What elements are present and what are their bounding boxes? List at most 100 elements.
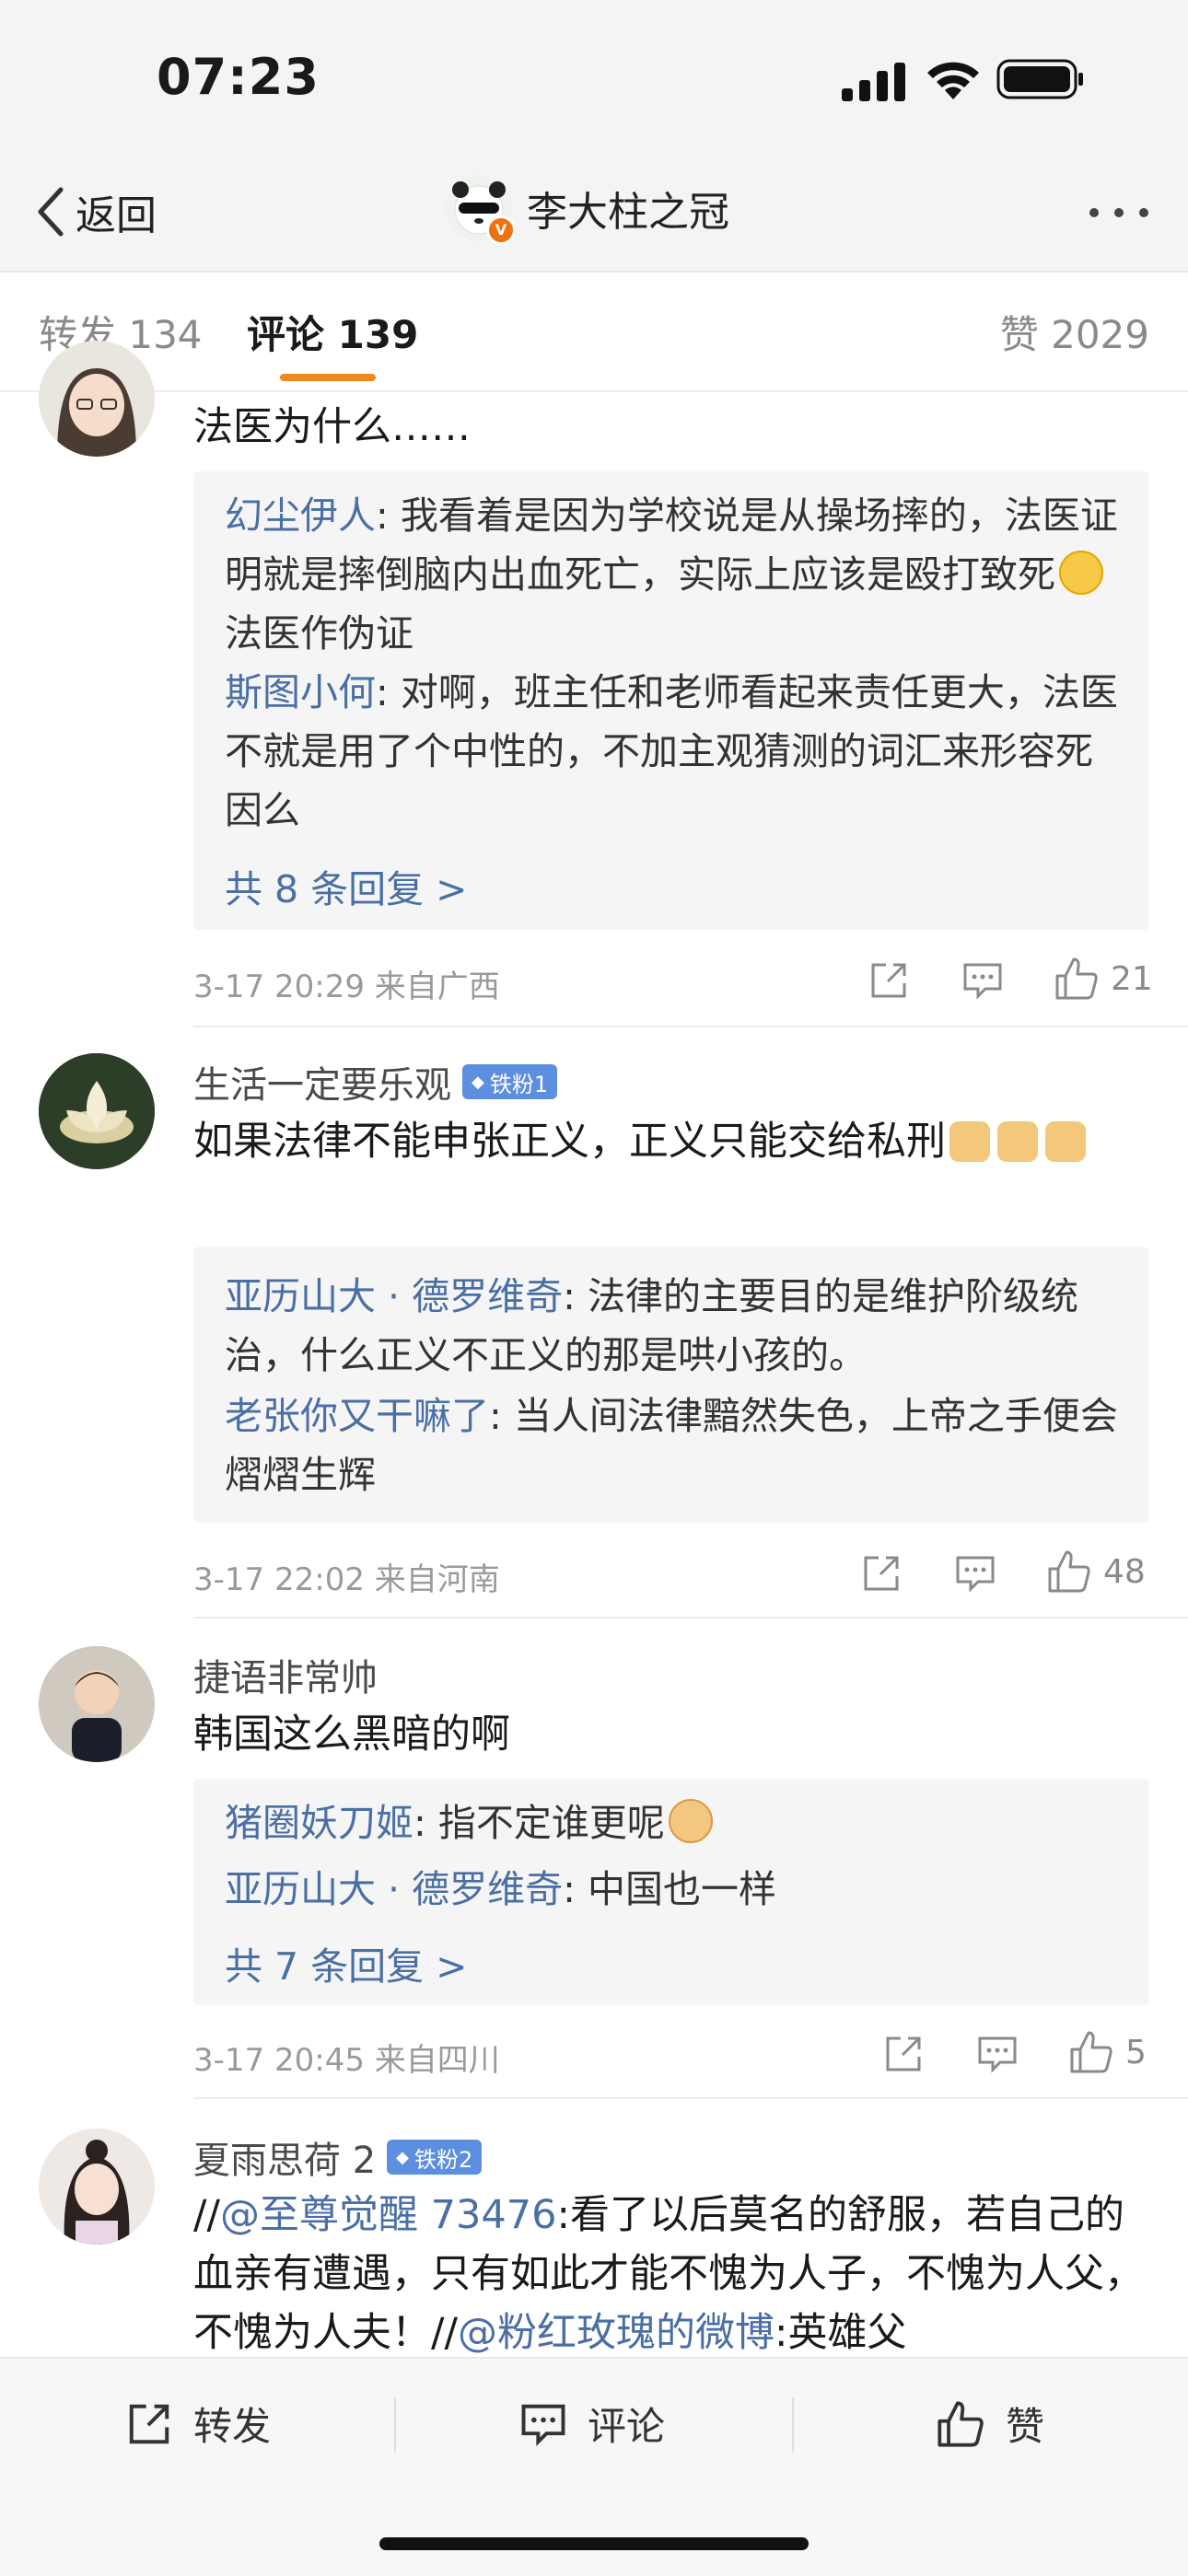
reply-username[interactable]: 斯图小何 bbox=[225, 670, 376, 714]
like-count: 21 bbox=[1111, 959, 1153, 998]
reply-text-continued: 法医作伪证 bbox=[225, 611, 413, 656]
anime-girl-avatar-icon bbox=[39, 341, 155, 457]
chevron-left-icon bbox=[38, 187, 64, 237]
comment-meta: 3-17 20:45 来自四川 bbox=[193, 2042, 500, 2079]
comment-meta: 3-17 20:29 来自广西 bbox=[193, 969, 500, 1005]
back-label: 返回 bbox=[76, 192, 157, 239]
reply-item[interactable]: 幻尘伊人: 我看着是因为学校说是从操场摔的，法医证明就是摔倒脑内出血死亡，实际上… bbox=[225, 486, 1127, 663]
comment-text: 韩国这么黑暗的啊 bbox=[193, 1712, 510, 1758]
share-icon bbox=[129, 2404, 169, 2443]
lotus-avatar-icon bbox=[39, 1053, 155, 1169]
reply-text: : 中国也一样 bbox=[563, 1867, 776, 1911]
share-icon[interactable] bbox=[882, 2033, 925, 2075]
tab-bar: 转发 134 评论 139 赞 2029 bbox=[0, 273, 1188, 392]
comment-icon[interactable] bbox=[961, 959, 1004, 1002]
home-indicator bbox=[379, 2537, 809, 2550]
reply-item[interactable]: 老张你又干嘛了: 当人间法律黯然失色，上帝之手便会熠熠生辉 bbox=[225, 1387, 1127, 1504]
comment-label: 评论 bbox=[588, 2404, 666, 2449]
repost-label: 转发 bbox=[193, 2404, 272, 2449]
costume-girl-avatar-icon bbox=[39, 2129, 155, 2245]
fan-badge: ◆ 铁粉1 bbox=[462, 1064, 558, 1099]
reply-username[interactable]: 老张你又干嘛了 bbox=[225, 1394, 489, 1438]
tab-comment[interactable]: 评论 139 bbox=[247, 304, 418, 360]
status-time: 07:23 bbox=[157, 48, 320, 106]
reply-box[interactable]: 幻尘伊人: 我看着是因为学校说是从操场摔的，法医证明就是摔倒脑内出血死亡，实际上… bbox=[193, 471, 1149, 930]
thumbs-up-emoji-icon bbox=[949, 1121, 990, 1162]
commenter-avatar[interactable] bbox=[39, 1053, 155, 1169]
divider bbox=[193, 1026, 1188, 1027]
crying-emoji-icon bbox=[1059, 551, 1103, 595]
reply-username[interactable]: 幻尘伊人 bbox=[225, 493, 376, 538]
tab-like[interactable]: 赞 2029 bbox=[1000, 304, 1149, 360]
reply-item[interactable]: 亚历山大 · 德罗维奇: 法律的主要目的是维护阶级统治，什么正义不正义的那是哄小… bbox=[225, 1267, 1127, 1385]
thumbs-up-icon bbox=[1048, 1550, 1090, 1593]
more-icon[interactable] bbox=[1087, 190, 1151, 236]
comment-text: 法医为什么…… bbox=[193, 404, 471, 450]
like-label: 赞 bbox=[1006, 2404, 1045, 2449]
comment-meta: 3-17 22:02 来自河南 bbox=[193, 1561, 500, 1598]
repost-prefix: // bbox=[193, 2192, 220, 2238]
battery-icon bbox=[996, 59, 1083, 99]
like-button[interactable]: 48 bbox=[1046, 1549, 1146, 1595]
tab-active-indicator bbox=[280, 374, 376, 381]
thumbs-up-icon bbox=[1055, 957, 1098, 1000]
share-icon[interactable] bbox=[868, 959, 910, 1002]
comment-username[interactable]: 生活一定要乐观 ◆ 铁粉1 bbox=[193, 1055, 558, 1108]
diamond-icon: ◆ bbox=[396, 2147, 410, 2167]
username-text[interactable]: 捷语非常帅 bbox=[193, 1648, 378, 1701]
doge-emoji-icon bbox=[668, 1799, 713, 1843]
cellular-signal-icon bbox=[842, 63, 905, 101]
comment-text: //@至尊觉醒 73476:看了以后莫名的舒服，若自己的血亲有遭遇，只有如此才能… bbox=[193, 2186, 1151, 2357]
thumbs-up-emoji-icon bbox=[997, 1121, 1038, 1162]
comment-text: 如果法律不能申张正义，正义只能交给私刑 bbox=[193, 1112, 1151, 1171]
child-photo-avatar-icon bbox=[39, 1646, 155, 1762]
reply-username[interactable]: 猪圈妖刀姬 bbox=[225, 1801, 413, 1845]
comment-username[interactable]: 夏雨思荷 2 ◆ 铁粉2 bbox=[193, 2130, 483, 2184]
repost-button[interactable]: 转发 bbox=[125, 2396, 271, 2452]
divider bbox=[193, 1617, 1188, 1619]
like-button[interactable]: 5 bbox=[1068, 2029, 1147, 2075]
comment-icon[interactable] bbox=[976, 2033, 1019, 2075]
like-button[interactable]: 21 bbox=[1054, 956, 1153, 1002]
reply-item[interactable]: 斯图小何: 对啊，班主任和老师看起来责任更大，法医不就是用了个中性的，不加主观猜… bbox=[225, 663, 1127, 840]
reply-item[interactable]: 猪圈妖刀姬: 指不定谁更呢 bbox=[225, 1793, 1127, 1852]
comment-text-tail: :英雄父 bbox=[774, 2310, 907, 2356]
share-icon[interactable] bbox=[860, 1552, 903, 1595]
comment-button[interactable]: 评论 bbox=[519, 2396, 665, 2452]
comment-username[interactable]: 捷语非常帅 bbox=[193, 1648, 378, 1701]
more-replies-link[interactable]: 共 8 条回复 > bbox=[225, 858, 468, 913]
reply-text: : 指不定谁更呢 bbox=[413, 1801, 665, 1845]
reply-username[interactable]: 亚历山大 · 德罗维奇 bbox=[225, 1867, 563, 1911]
fan-badge: ◆ 铁粉2 bbox=[387, 2140, 483, 2175]
fan-badge-label: 铁粉1 bbox=[489, 1071, 549, 1097]
reply-box[interactable]: 猪圈妖刀姬: 指不定谁更呢 亚历山大 · 德罗维奇: 中国也一样 共 7 条回复… bbox=[193, 1779, 1149, 2005]
reply-username[interactable]: 亚历山大 · 德罗维奇 bbox=[225, 1274, 563, 1318]
fan-badge-label: 铁粉2 bbox=[414, 2146, 473, 2173]
mention-link[interactable]: @至尊觉醒 73476 bbox=[220, 2192, 556, 2238]
comment-icon[interactable] bbox=[954, 1552, 996, 1595]
verified-badge: V bbox=[486, 215, 516, 245]
mention-link[interactable]: @粉红玫瑰的微博 bbox=[458, 2310, 775, 2356]
thumbs-up-emoji-icon bbox=[1045, 1121, 1086, 1162]
username-text[interactable]: 夏雨思荷 2 bbox=[193, 2130, 376, 2184]
like-count: 5 bbox=[1125, 2033, 1147, 2071]
nav-title: 李大柱之冠 bbox=[527, 189, 729, 236]
commenter-avatar[interactable] bbox=[39, 341, 155, 457]
reply-box[interactable]: 亚历山大 · 德罗维奇: 法律的主要目的是维护阶级统治，什么正义不正义的那是哄小… bbox=[193, 1247, 1149, 1523]
back-button[interactable]: 返回 bbox=[33, 179, 157, 245]
separator bbox=[792, 2397, 794, 2453]
commenter-avatar[interactable] bbox=[39, 1646, 155, 1762]
nav-avatar[interactable]: V bbox=[446, 175, 516, 245]
thumbs-up-icon bbox=[938, 2400, 984, 2447]
commenter-avatar[interactable] bbox=[39, 2129, 155, 2245]
diamond-icon: ◆ bbox=[472, 1072, 484, 1092]
separator bbox=[394, 2397, 396, 2453]
like-button[interactable]: 赞 bbox=[936, 2396, 1044, 2452]
more-replies-link[interactable]: 共 7 条回复 > bbox=[225, 1935, 468, 1990]
status-bar: 07:23 bbox=[0, 0, 1188, 157]
username-text[interactable]: 生活一定要乐观 bbox=[193, 1055, 451, 1108]
reply-item[interactable]: 亚历山大 · 德罗维奇: 中国也一样 bbox=[225, 1860, 1127, 1919]
nav-user[interactable]: V 李大柱之冠 bbox=[446, 175, 729, 245]
comment-text-content: 如果法律不能申张正义，正义只能交给私刑 bbox=[193, 1119, 946, 1165]
divider bbox=[193, 2097, 1188, 2099]
